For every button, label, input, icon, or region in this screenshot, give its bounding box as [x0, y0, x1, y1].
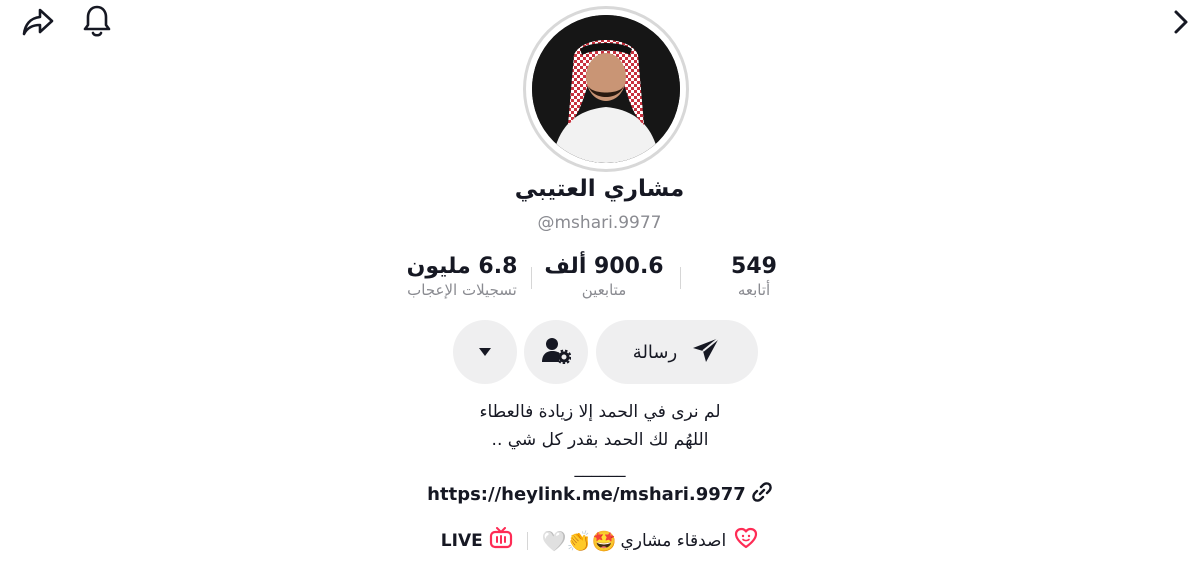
- bio-line: اللهُم لك الحمد بقدر كل شي ..: [491, 430, 709, 450]
- bio-line: لم نرى في الحمد إلا زيادة فالعطاء: [479, 402, 721, 422]
- person-settings-icon: [541, 336, 572, 368]
- bio-line: ______: [574, 458, 626, 478]
- stat-divider: [680, 267, 681, 289]
- likes-label: تسجيلات الإعجاب: [407, 281, 517, 299]
- followers-label: متابعين: [581, 281, 627, 299]
- more-options-button[interactable]: [453, 320, 517, 384]
- caret-down-icon: [477, 343, 493, 362]
- following-label: أتابعه: [737, 281, 771, 299]
- friends-emojis: 🤩👏🤍: [541, 528, 617, 553]
- bio-link-text: https://heylink.me/mshari.9977: [427, 484, 746, 505]
- bio-link[interactable]: https://heylink.me/mshari.9977: [0, 482, 1199, 507]
- avatar[interactable]: [523, 6, 689, 172]
- friends-button[interactable]: اصدقاء مشاري 🤩👏🤍: [542, 527, 758, 554]
- followers-count: 900.6 ألف: [544, 254, 664, 279]
- heart-smile-icon: [726, 527, 758, 554]
- following-count: 549: [731, 254, 777, 279]
- message-button[interactable]: رسالة: [596, 320, 758, 384]
- bell-icon[interactable]: [78, 2, 116, 40]
- chevron-right-icon[interactable]: [1166, 4, 1196, 40]
- live-button[interactable]: LIVE: [441, 527, 513, 554]
- likes-count: 6.8 مليون: [406, 254, 518, 279]
- live-label: LIVE: [440, 530, 483, 551]
- send-icon: [691, 336, 721, 368]
- friends-label: اصدقاء مشاري: [620, 530, 727, 551]
- display-name: مشاري العتيبي: [514, 176, 685, 202]
- message-label: رسالة: [632, 341, 678, 363]
- tv-icon: [483, 527, 513, 554]
- stat-likes[interactable]: 6.8 مليون تسجيلات الإعجاب: [382, 254, 542, 299]
- share-icon[interactable]: [18, 4, 58, 40]
- stat-following[interactable]: 549 أتابعه: [706, 254, 802, 299]
- divider: [526, 531, 528, 550]
- friend-settings-button[interactable]: [524, 320, 588, 384]
- link-icon: [746, 482, 772, 507]
- avatar-image: [532, 15, 680, 163]
- stat-followers[interactable]: 900.6 ألف متابعين: [534, 254, 674, 299]
- username-handle: @mshari.9977: [537, 213, 662, 233]
